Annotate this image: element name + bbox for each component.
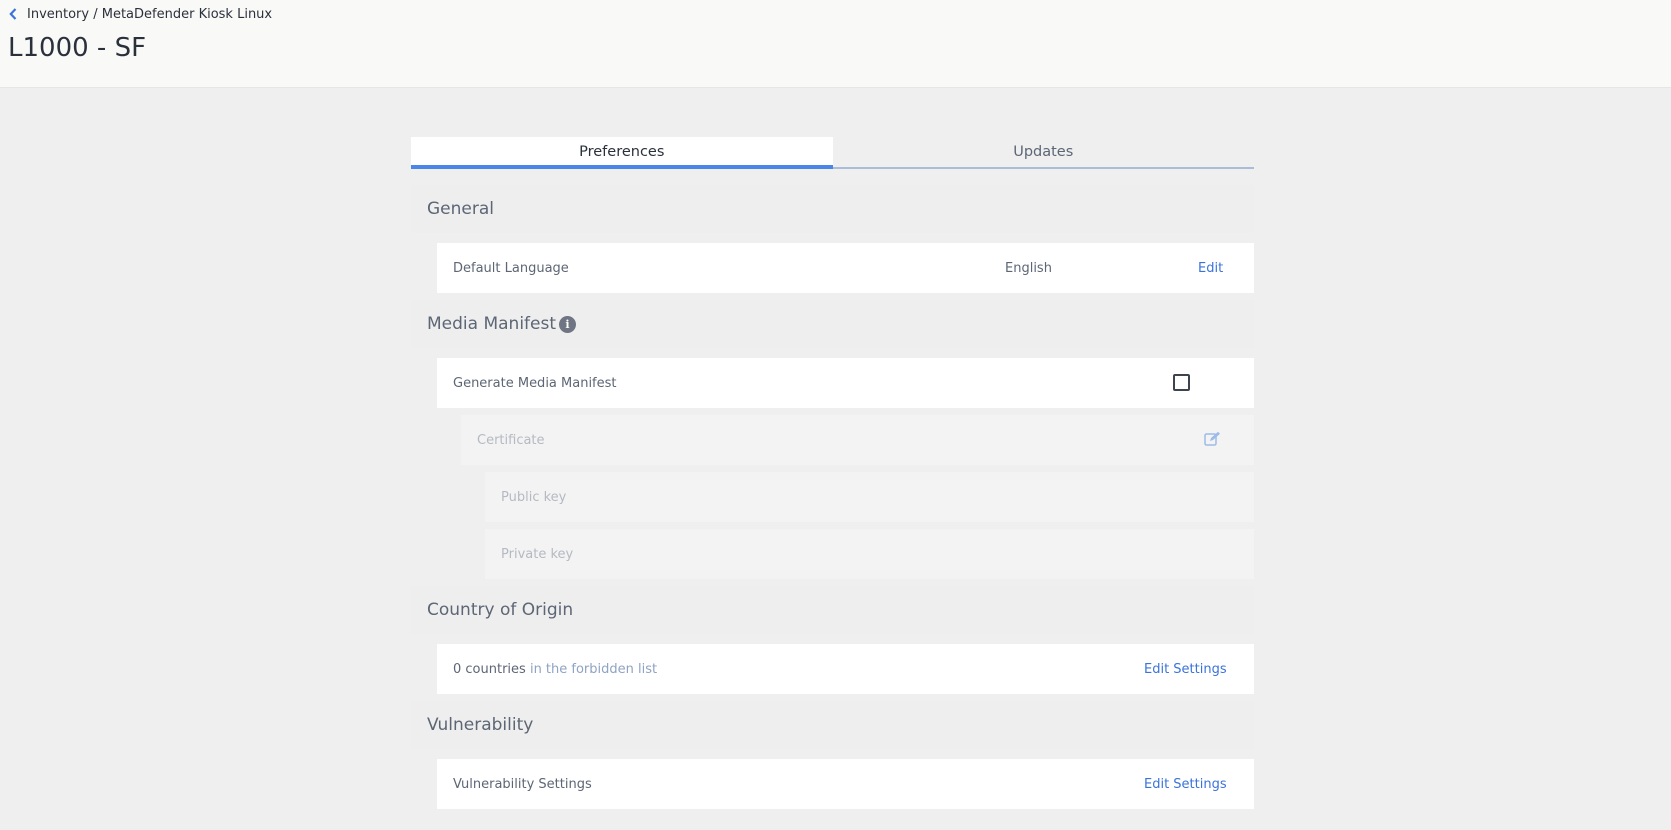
- section-country-of-origin-title: Country of Origin: [427, 600, 574, 620]
- section-media-manifest-heading: Media Manifest i: [411, 300, 1254, 348]
- forbidden-countries-count: 0 countries: [453, 661, 526, 677]
- vulnerability-settings-label: Vulnerability Settings: [453, 776, 592, 792]
- tab-preferences[interactable]: Preferences: [411, 137, 833, 169]
- breadcrumb-text[interactable]: Inventory / MetaDefender Kiosk Linux: [27, 7, 272, 22]
- public-key-label: Public key: [501, 489, 567, 505]
- chevron-left-icon[interactable]: [9, 7, 21, 21]
- section-country-of-origin-heading: Country of Origin: [411, 586, 1254, 634]
- country-of-origin-row: 0 countries in the forbidden list Edit S…: [437, 644, 1254, 694]
- section-vulnerability-title: Vulnerability: [427, 715, 534, 735]
- generate-media-manifest-checkbox[interactable]: [1173, 374, 1190, 391]
- edit-country-settings-button[interactable]: Edit Settings: [1144, 662, 1227, 677]
- page-title: L1000 - SF: [8, 33, 147, 63]
- forbidden-countries-summary: 0 countries in the forbidden list: [453, 662, 657, 677]
- default-language-row: Default Language English Edit: [437, 243, 1254, 293]
- edit-language-button[interactable]: Edit: [1198, 261, 1223, 276]
- page-header: Inventory / MetaDefender Kiosk Linux L10…: [0, 0, 1671, 88]
- default-language-label: Default Language: [453, 260, 569, 276]
- section-general-heading: General: [411, 185, 1254, 233]
- default-language-value: English: [1005, 260, 1052, 276]
- breadcrumb: Inventory / MetaDefender Kiosk Linux: [9, 5, 272, 23]
- tab-updates[interactable]: Updates: [832, 137, 1254, 169]
- info-icon[interactable]: i: [559, 315, 577, 333]
- generate-media-manifest-label: Generate Media Manifest: [453, 375, 617, 391]
- section-general-title: General: [427, 199, 494, 219]
- section-vulnerability-heading: Vulnerability: [411, 701, 1254, 749]
- certificate-label: Certificate: [477, 432, 545, 448]
- public-key-row: Public key: [485, 472, 1254, 522]
- edit-vulnerability-settings-button[interactable]: Edit Settings: [1144, 777, 1227, 792]
- tab-bar: Preferences Updates: [411, 137, 1254, 169]
- edit-certificate-icon[interactable]: [1204, 431, 1221, 451]
- forbidden-countries-suffix: in the forbidden list: [529, 661, 658, 677]
- generate-media-manifest-row: Generate Media Manifest: [437, 358, 1254, 408]
- private-key-label: Private key: [501, 546, 574, 562]
- vulnerability-settings-row: Vulnerability Settings Edit Settings: [437, 759, 1254, 809]
- private-key-row: Private key: [485, 529, 1254, 579]
- certificate-row: Certificate: [461, 415, 1254, 465]
- section-media-manifest-title: Media Manifest: [427, 314, 557, 334]
